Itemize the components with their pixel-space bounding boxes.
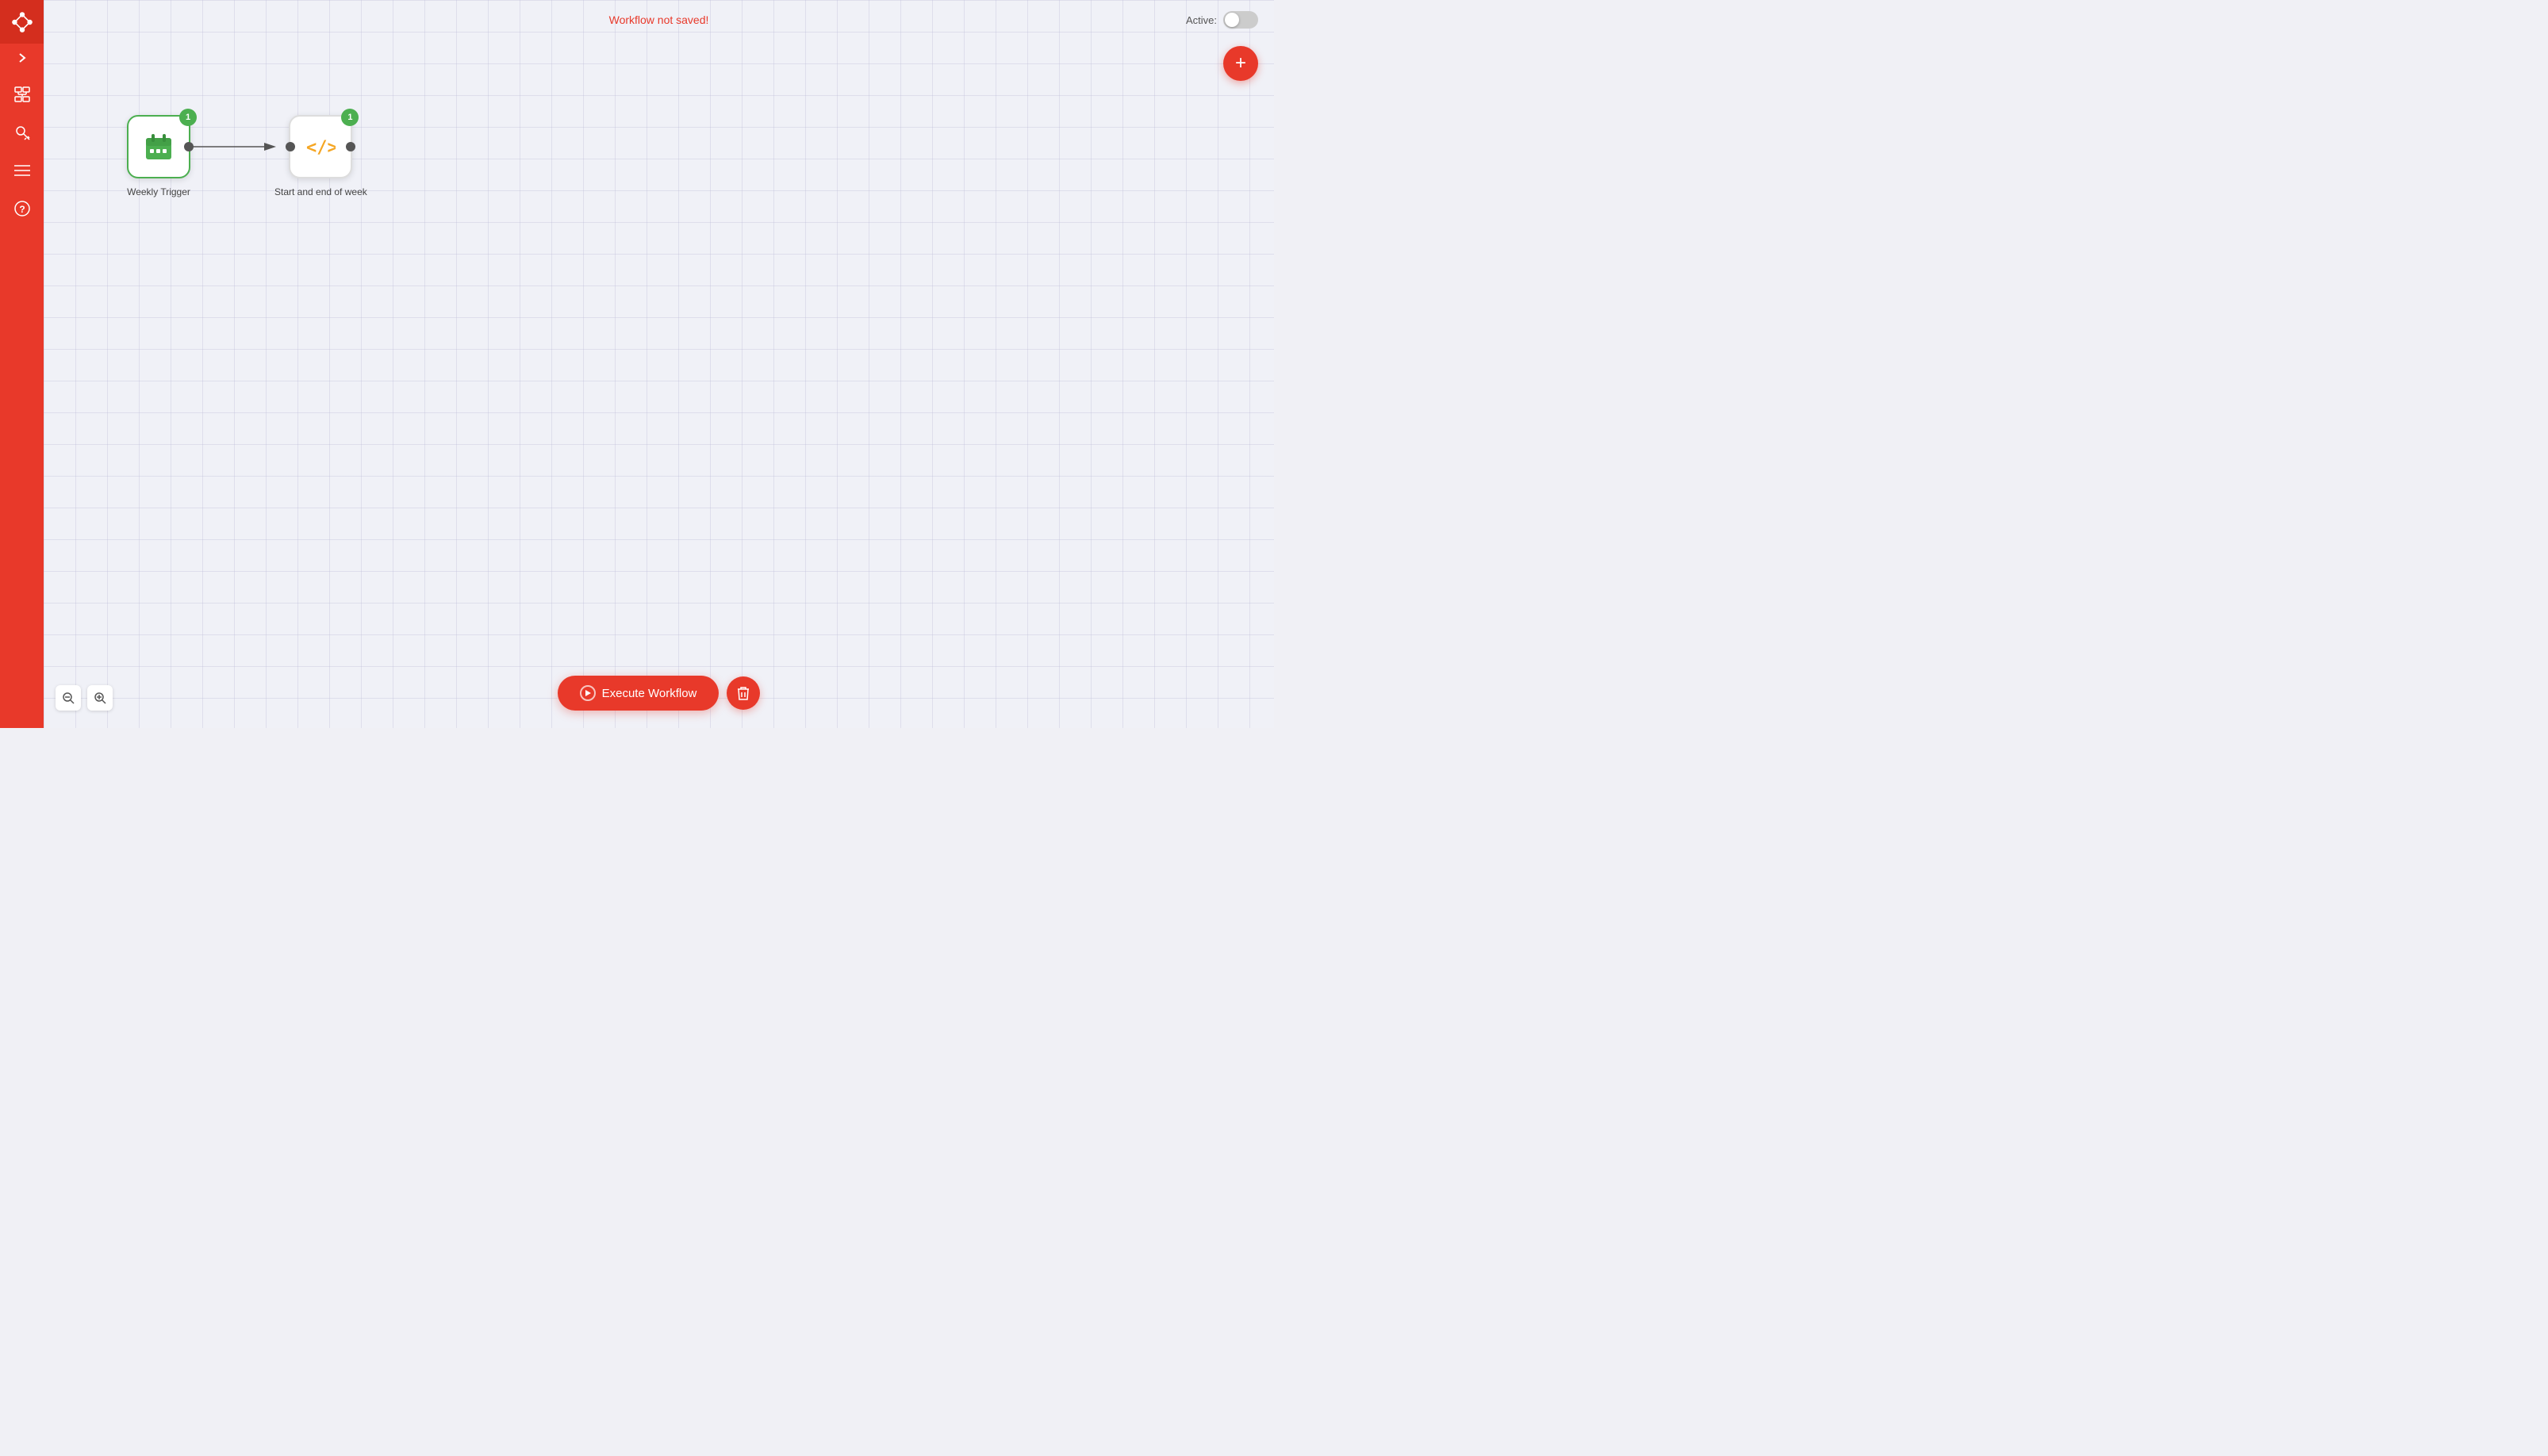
active-label: Active: <box>1186 14 1217 26</box>
topbar: Workflow not saved! Active: <box>44 0 1274 40</box>
sidebar-expand-button[interactable] <box>0 44 44 72</box>
svg-text:?: ? <box>19 204 25 215</box>
sidebar-item-help[interactable]: ? <box>6 193 38 224</box>
zoom-out-button[interactable] <box>56 685 81 711</box>
sidebar-nav: ? <box>6 79 38 728</box>
trigger-badge: 1 <box>179 109 197 126</box>
node-box-trigger[interactable]: 1 <box>127 115 190 178</box>
workflow-canvas <box>44 0 1274 728</box>
workflow-nodes: 1 Weekly Trigger 1 <box>127 115 367 197</box>
connector-arrow <box>189 135 276 159</box>
trigger-output-dot[interactable] <box>184 142 194 151</box>
node-code[interactable]: 1 </> Start and end of week <box>274 115 367 197</box>
code-badge: 1 <box>341 109 359 126</box>
delete-workflow-button[interactable] <box>727 676 760 710</box>
sidebar-item-executions[interactable] <box>6 155 38 186</box>
sidebar: ? <box>0 0 44 728</box>
add-node-button[interactable]: + <box>1223 46 1258 81</box>
workflow-status: Workflow not saved! <box>609 13 709 26</box>
node-weekly-trigger[interactable]: 1 Weekly Trigger <box>127 115 190 197</box>
zoom-in-icon <box>94 692 106 704</box>
code-input-dot[interactable] <box>286 142 295 151</box>
code-node-label: Start and end of week <box>274 186 367 197</box>
calendar-icon <box>144 132 174 162</box>
code-output-dot[interactable] <box>346 142 355 151</box>
svg-text:</>: </> <box>306 138 336 156</box>
play-icon <box>580 685 596 701</box>
zoom-in-button[interactable] <box>87 685 113 711</box>
execute-label: Execute Workflow <box>602 687 697 700</box>
sidebar-item-credentials[interactable] <box>6 117 38 148</box>
trigger-node-label: Weekly Trigger <box>127 186 190 197</box>
node-connector <box>189 115 276 178</box>
active-toggle-area: Active: <box>1186 11 1258 29</box>
toggle-knob <box>1225 13 1239 27</box>
active-toggle-switch[interactable] <box>1223 11 1258 29</box>
zoom-controls <box>56 685 113 711</box>
add-icon: + <box>1235 52 1246 75</box>
zoom-out-icon <box>62 692 75 704</box>
sidebar-logo[interactable] <box>0 0 44 44</box>
bottom-toolbar: Execute Workflow <box>44 676 1274 711</box>
execute-workflow-button[interactable]: Execute Workflow <box>558 676 720 711</box>
trash-icon <box>737 686 750 700</box>
node-box-code[interactable]: 1 </> <box>289 115 352 178</box>
code-icon: </> <box>305 137 336 156</box>
sidebar-item-workflows[interactable] <box>6 79 38 110</box>
